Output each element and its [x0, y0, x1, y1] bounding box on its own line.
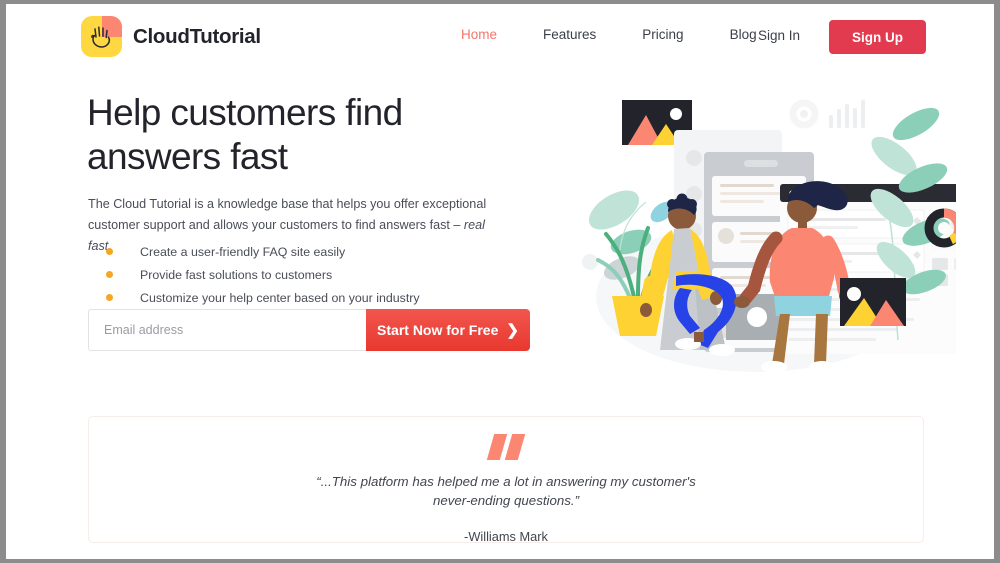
bullet-dot-icon	[106, 248, 113, 255]
quote-mark-icon	[486, 434, 526, 460]
bullet-dot-icon	[106, 294, 113, 301]
nav-item-pricing[interactable]: Pricing	[619, 27, 706, 42]
start-now-label: Start Now for Free	[377, 322, 499, 338]
list-item: Customize your help center based on your…	[106, 288, 420, 307]
waving-hand-icon	[81, 16, 122, 57]
list-item: Provide fast solutions to customers	[106, 265, 420, 284]
main-nav: Home Features Pricing Blog	[438, 27, 780, 42]
list-item-label: Create a user-friendly FAQ site easily	[140, 244, 346, 259]
chevron-right-icon: ❯	[506, 322, 519, 339]
hero-subtitle-text: The Cloud Tutorial is a knowledge base t…	[88, 197, 487, 232]
site-header: CloudTutorial Home Features Pricing Blog…	[6, 4, 994, 69]
start-now-button[interactable]: Start Now for Free ❯	[366, 309, 530, 351]
list-item-label: Provide fast solutions to customers	[140, 267, 333, 282]
browser-page-frame: CloudTutorial Home Features Pricing Blog…	[6, 4, 994, 559]
knowledge-base-hero-illustration	[576, 82, 994, 382]
sign-up-button[interactable]: Sign Up	[829, 20, 926, 54]
bullet-dot-icon	[106, 271, 113, 278]
hero-title-line-2: answers fast	[87, 136, 288, 178]
feature-list: Create a user-friendly FAQ site easily P…	[106, 242, 420, 311]
logo[interactable]: CloudTutorial	[81, 16, 261, 57]
donut-chart-icon	[789, 99, 819, 129]
hero-title-line-1: Help customers find	[87, 92, 403, 133]
list-item: Create a user-friendly FAQ site easily	[106, 242, 420, 261]
signup-form: Start Now for Free ❯	[88, 309, 530, 351]
testimonial-card: “...This platform has helped me a lot in…	[88, 416, 924, 544]
bar-chart-icon	[829, 100, 865, 128]
nav-item-features[interactable]: Features	[520, 27, 619, 42]
testimonial-quote-line-2: never-ending questions.”	[432, 492, 580, 508]
brand-name: CloudTutorial	[133, 24, 261, 48]
page-title: Help customers find answers fast	[87, 91, 517, 180]
image-placeholder-bottom	[840, 278, 906, 326]
testimonial-quote-line-1: “...This platform has helped me a lot in…	[316, 474, 696, 489]
list-item-label: Customize your help center based on your…	[140, 290, 420, 305]
testimonial-author: -Williams Mark	[464, 529, 548, 544]
testimonial-quote: “...This platform has helped me a lot in…	[306, 473, 706, 511]
email-field[interactable]	[88, 309, 366, 351]
nav-item-home[interactable]: Home	[438, 27, 520, 42]
sign-in-link[interactable]: Sign In	[758, 28, 800, 43]
